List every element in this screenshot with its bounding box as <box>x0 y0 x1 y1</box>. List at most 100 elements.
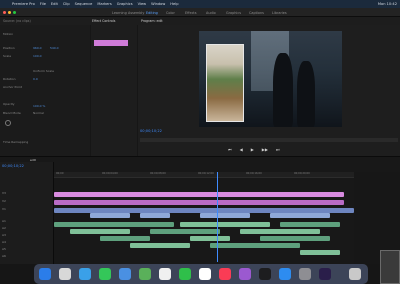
music-icon[interactable] <box>219 268 231 280</box>
track-a2[interactable]: A2 <box>2 225 52 231</box>
track-v1[interactable]: V1 <box>2 206 52 212</box>
menu-file[interactable]: File <box>40 2 46 6</box>
podcasts-icon[interactable] <box>239 268 251 280</box>
ec-value-blend[interactable]: Normal <box>33 112 44 115</box>
photos-icon[interactable] <box>159 268 171 280</box>
workspace-captions[interactable]: Captions <box>249 11 264 15</box>
track-a4[interactable]: A4 <box>2 239 52 245</box>
clip-audio[interactable] <box>54 222 174 227</box>
menu-app[interactable]: Premiere Pro <box>12 2 35 6</box>
menu-help[interactable]: Help <box>170 2 178 6</box>
minimize-icon[interactable] <box>8 11 11 14</box>
clip-audio[interactable] <box>190 236 230 241</box>
ec-row-uniform-scale[interactable]: Uniform Scale <box>33 70 54 73</box>
track-a3[interactable]: A3 <box>2 232 52 238</box>
stopwatch-icon[interactable] <box>5 120 11 126</box>
transport-controls: ⏮ ◀ ▶ ▶▶ ⏭ <box>228 147 280 152</box>
clip-video[interactable] <box>200 213 250 218</box>
clip-audio[interactable] <box>70 229 130 234</box>
workspace-assembly[interactable]: Assembly <box>128 11 144 15</box>
premiere-icon[interactable] <box>319 268 331 280</box>
track-v2[interactable]: V2 <box>2 198 52 204</box>
clip-audio[interactable] <box>280 222 340 227</box>
rewind-icon[interactable]: ◀ <box>240 147 243 152</box>
ruler-tick-label: 00;00;08;00 <box>150 172 166 175</box>
ec-value-position-y[interactable]: 540.0 <box>50 47 59 50</box>
program-video-frame <box>199 31 342 127</box>
tab-program[interactable]: Program: edit <box>141 19 163 23</box>
screenshot-thumbnail[interactable] <box>380 250 400 284</box>
settings-icon[interactable] <box>299 268 311 280</box>
clip-video[interactable] <box>270 213 330 218</box>
menu-view[interactable]: View <box>138 2 147 6</box>
workspace-audio[interactable]: Audio <box>206 11 216 15</box>
ec-value-opacity[interactable]: 100.0 % <box>33 105 45 108</box>
ec-value-rotation[interactable]: 0.0 <box>33 78 38 81</box>
timeline-timecode[interactable]: 00;00;10;22 <box>2 164 24 168</box>
clip-audio[interactable] <box>150 229 220 234</box>
menu-graphics[interactable]: Graphics <box>117 2 133 6</box>
clip-audio[interactable] <box>300 250 340 255</box>
clip-audio[interactable] <box>240 229 320 234</box>
trash-icon[interactable] <box>349 268 361 280</box>
play-icon[interactable]: ▶ <box>251 147 254 152</box>
step-back-icon[interactable]: ⏮ <box>228 147 232 152</box>
menu-clip[interactable]: Clip <box>63 2 70 6</box>
menubar-clock: Mon 10:42 <box>377 2 397 6</box>
ec-value-position-x[interactable]: 960.0 <box>33 47 42 50</box>
ruler-tick-label: 00;00;12;00 <box>198 172 214 175</box>
calendar-icon[interactable] <box>199 268 211 280</box>
tv-icon[interactable] <box>259 268 271 280</box>
program-timecode[interactable]: 00;00;10;22 <box>140 129 162 133</box>
safari-icon[interactable] <box>79 268 91 280</box>
clip-video[interactable] <box>140 213 170 218</box>
picture-in-picture-clip[interactable] <box>206 44 244 122</box>
mac-dock <box>34 264 368 284</box>
launchpad-icon[interactable] <box>59 268 71 280</box>
track-v3[interactable]: V3 <box>2 190 52 196</box>
clip-audio[interactable] <box>130 243 190 248</box>
clip-audio[interactable] <box>180 222 270 227</box>
ec-row-motion: Motion <box>3 32 14 36</box>
workspace-color[interactable]: Color <box>166 11 175 15</box>
clip-video[interactable] <box>90 213 130 218</box>
clip-audio[interactable] <box>210 243 300 248</box>
maps-icon[interactable] <box>139 268 151 280</box>
ruler-tick-label: 00;00 <box>56 172 64 175</box>
clip-v3[interactable] <box>54 192 344 197</box>
facetime-icon[interactable] <box>179 268 191 280</box>
mail-icon[interactable] <box>119 268 131 280</box>
step-forward-icon[interactable]: ⏭ <box>276 147 280 152</box>
source-tabstrip: Source: (no clips) <box>0 17 90 25</box>
workspace-learning[interactable]: Learning <box>112 11 127 15</box>
timeline-playhead[interactable] <box>217 172 218 262</box>
workspace-effects[interactable]: Effects <box>185 11 197 15</box>
zoom-icon[interactable] <box>13 11 16 14</box>
appstore-icon[interactable] <box>279 268 291 280</box>
program-tabstrip: Program: edit <box>138 17 400 25</box>
messages-icon[interactable] <box>99 268 111 280</box>
track-a5[interactable]: A5 <box>2 246 52 252</box>
program-scrubber[interactable] <box>140 138 398 142</box>
finder-icon[interactable] <box>39 268 51 280</box>
menu-markers[interactable]: Markers <box>97 2 111 6</box>
clip-v2[interactable] <box>54 200 344 205</box>
workspace-editing[interactable]: Editing <box>146 11 158 15</box>
clip-audio[interactable] <box>100 236 150 241</box>
timeline-ruler[interactable]: 00;00 00;00;04;00 00;00;08;00 00;00;12;0… <box>54 172 354 178</box>
workspace-graphics[interactable]: Graphics <box>226 11 241 15</box>
close-icon[interactable] <box>3 11 6 14</box>
clip-audio[interactable] <box>260 236 330 241</box>
track-a1[interactable]: A1 <box>2 218 52 224</box>
workspace-libraries[interactable]: Libraries <box>272 11 287 15</box>
tab-effect-controls[interactable]: Effect Controls <box>92 19 115 23</box>
fast-forward-icon[interactable]: ▶▶ <box>262 147 268 152</box>
menu-edit[interactable]: Edit <box>51 2 58 6</box>
menu-sequence[interactable]: Sequence <box>75 2 93 6</box>
ec-value-scale[interactable]: 100.0 <box>33 55 42 58</box>
track-a6[interactable]: A6 <box>2 253 52 259</box>
mac-menubar: Premiere Pro File Edit Clip Sequence Mar… <box>0 0 400 8</box>
window-controls <box>3 11 16 14</box>
menu-window[interactable]: Window <box>151 2 165 6</box>
tab-source[interactable]: Source: (no clips) <box>3 19 31 23</box>
